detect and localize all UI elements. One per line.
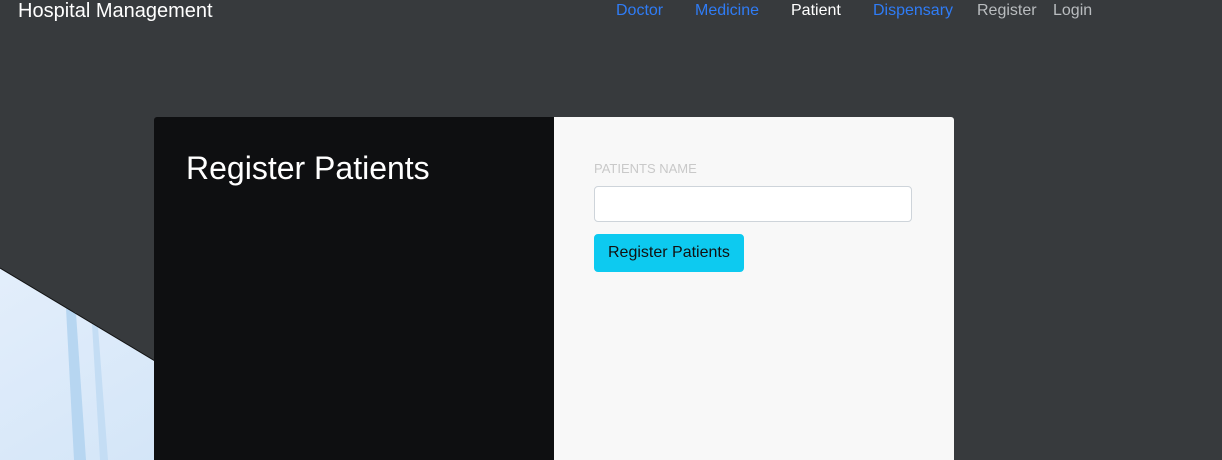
register-patients-button[interactable]: Register Patients [594, 234, 744, 272]
nav-link-login[interactable]: Login [1053, 0, 1092, 22]
brand-title[interactable]: Hospital Management [18, 0, 213, 22]
nav-link-doctor[interactable]: Doctor [616, 0, 663, 22]
page: Hospital Management Doctor Medicine Pati… [0, 0, 1222, 460]
register-form-panel: PATIENTS NAME Register Patients [554, 117, 954, 460]
nav-link-medicine[interactable]: Medicine [695, 0, 759, 22]
page-title: Register Patients [186, 150, 430, 186]
card-header-panel: Register Patients [154, 117, 554, 460]
nav-link-dispensary[interactable]: Dispensary [873, 0, 953, 22]
patients-name-label: PATIENTS NAME [594, 161, 697, 176]
nav-link-patient[interactable]: Patient [791, 0, 841, 22]
patients-name-input[interactable] [594, 186, 912, 222]
nav-link-register[interactable]: Register [977, 0, 1037, 22]
